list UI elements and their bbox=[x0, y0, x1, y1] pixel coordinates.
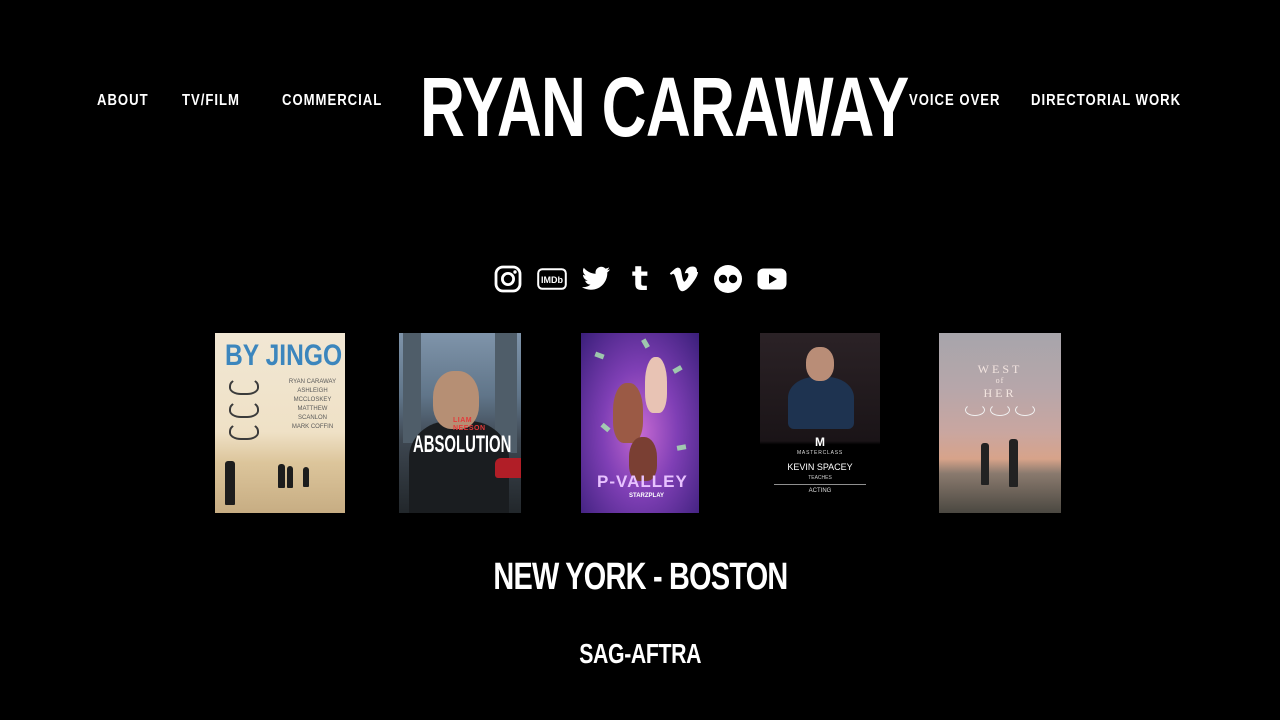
performer-figure bbox=[645, 357, 667, 413]
poster-teaches: TEACHES bbox=[808, 475, 832, 481]
instagram-icon[interactable] bbox=[492, 262, 524, 296]
building-shape bbox=[403, 333, 421, 443]
figure-silhouette bbox=[278, 464, 285, 488]
instructor-face bbox=[806, 347, 834, 381]
masterclass-logo: M bbox=[815, 435, 825, 449]
poster-masterclass[interactable]: M MASTERCLASS KEVIN SPACEY TEACHES ACTIN… bbox=[760, 333, 880, 513]
figure-silhouette bbox=[303, 467, 309, 487]
car-shape bbox=[495, 458, 521, 478]
poster-brand: MASTERCLASS bbox=[796, 450, 844, 456]
divider bbox=[774, 484, 866, 485]
laurel-icon bbox=[965, 404, 985, 416]
poster-cast: RYAN CARAWAY ASHLEIGH MCCLOSKEY MATTHEW … bbox=[288, 379, 337, 430]
figure-silhouette bbox=[1009, 439, 1018, 487]
union-label: SAG-AFTRA bbox=[579, 638, 701, 669]
social-links: IMDb t bbox=[490, 259, 790, 299]
tumblr-icon[interactable]: t bbox=[624, 259, 656, 299]
poster-p-valley[interactable]: P-VALLEY STARZPLAY bbox=[581, 333, 699, 513]
laurel-icon bbox=[229, 377, 259, 395]
flickr-icon[interactable] bbox=[712, 262, 744, 296]
laurel-icon bbox=[229, 400, 259, 418]
figure-silhouette bbox=[225, 461, 235, 505]
poster-network: STARZPLAY bbox=[629, 493, 665, 499]
youtube-icon[interactable] bbox=[756, 262, 788, 296]
poster-by-jingo[interactable]: BY JINGO RYAN CARAWAY ASHLEIGH MCCLOSKEY… bbox=[215, 333, 345, 513]
instructor-figure bbox=[788, 377, 854, 429]
laurel-icon bbox=[229, 422, 259, 440]
poster-instructor: KEVIN SPACEY bbox=[787, 462, 853, 472]
twitter-icon[interactable] bbox=[580, 262, 612, 296]
figure-silhouette bbox=[981, 443, 989, 485]
laurel-icon bbox=[1015, 404, 1035, 416]
nav-tv-film[interactable]: TV/FILM bbox=[182, 92, 240, 110]
money-shape bbox=[672, 365, 683, 374]
site-title[interactable]: RYAN CARAWAY bbox=[420, 62, 909, 152]
imdb-icon[interactable]: IMDb bbox=[536, 262, 568, 296]
vimeo-icon[interactable] bbox=[668, 262, 700, 296]
nav-directorial-work[interactable]: DIRECTORIAL WORK bbox=[1031, 92, 1181, 110]
nav-about[interactable]: ABOUT bbox=[97, 92, 149, 110]
nav-commercial[interactable]: COMMERCIAL bbox=[282, 92, 382, 110]
poster-title: BY JINGO bbox=[225, 339, 343, 372]
poster-absolution[interactable]: LIAM NEESON ABSOLUTION bbox=[399, 333, 521, 513]
location-tagline: NEW YORK - BOSTON bbox=[492, 556, 788, 598]
money-shape bbox=[600, 422, 611, 433]
poster-title: ABSOLUTION bbox=[413, 431, 512, 458]
svg-text:IMDb: IMDb bbox=[541, 275, 563, 285]
poster-title: WEST of HER bbox=[977, 362, 1023, 400]
poster-subject: ACTING bbox=[808, 488, 832, 494]
performer-figure bbox=[613, 383, 643, 443]
nav-voice-over[interactable]: VOICE OVER bbox=[909, 92, 1000, 110]
laurel-icon bbox=[990, 404, 1010, 416]
poster-title: P-VALLEY bbox=[597, 472, 688, 491]
money-shape bbox=[676, 444, 687, 451]
poster-west-of-her[interactable]: WEST of HER bbox=[939, 333, 1061, 513]
money-shape bbox=[641, 338, 650, 349]
money-shape bbox=[594, 351, 605, 360]
figure-silhouette bbox=[287, 466, 293, 488]
